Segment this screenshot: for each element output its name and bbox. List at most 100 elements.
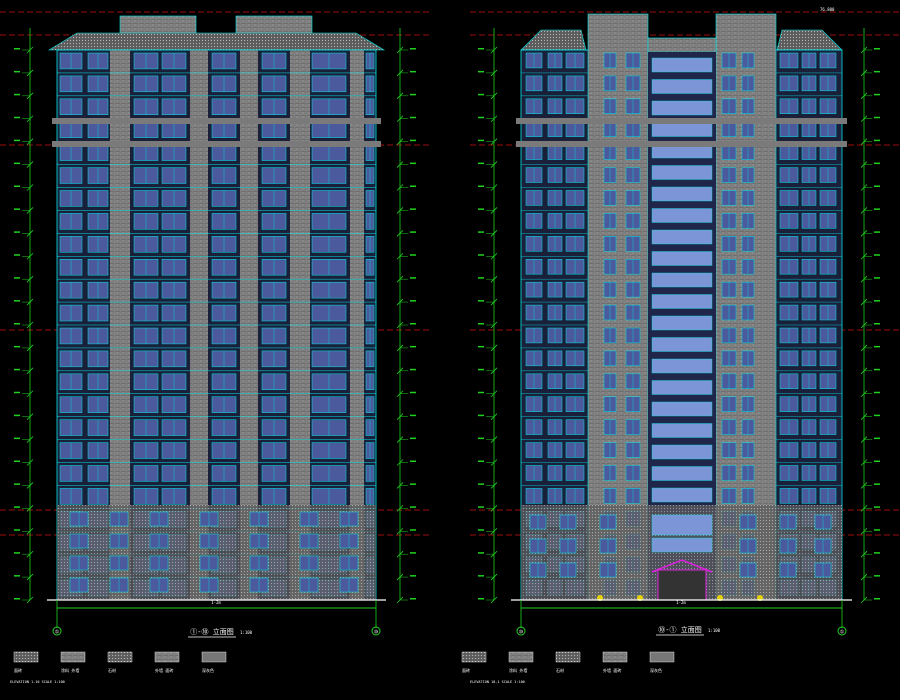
dimension-label-mark [410,93,416,96]
dimension-label-mark [410,483,416,485]
dimension-label-mark [874,231,880,233]
dimension-label-mark [14,139,20,142]
legend-swatch [201,651,227,663]
dimension-label-mark [874,460,880,462]
top-elevation-marker: 76.800 [820,7,835,12]
dimension-label-mark [14,414,20,417]
dimension-label-mark [478,391,484,394]
dimension-label-mark [14,277,20,279]
roof-eave [776,29,843,51]
dimension-chain-left [478,28,498,604]
dimension-label-mark [14,368,20,371]
dimension-label-mark [14,208,20,210]
dimension-label-mark [874,391,880,394]
dimension-label-mark [478,231,484,233]
legend-swatch [107,651,133,663]
dimension-label-mark [874,437,880,440]
dimension-chain-right [860,28,880,604]
dimension-label-mark [410,185,416,187]
dimension-chain-right [396,28,416,604]
axis-dimension: 1-2m [676,600,686,605]
dimension-label-mark [14,323,20,325]
dimension-label-mark [14,231,20,233]
dimension-label-mark [14,93,20,96]
dimension-label-mark [478,506,484,508]
curtain-wall-panel [651,79,713,94]
dimension-label-mark [410,70,416,73]
dimension-label-mark [478,552,484,554]
dimension-label-mark [14,598,20,600]
dimension-label-mark [410,139,416,142]
elevation-right: ⑩ ① 1-2m ⑩-① 立面图 1:100 76.800 面砖 涂料 外墙 石材 外… [461,7,900,684]
dimension-label-mark [874,139,880,142]
legend-swatch [461,651,487,663]
legend-swatch [508,651,534,663]
dimension-label-mark [478,414,484,417]
curtain-wall-panel [651,337,713,352]
curtain-wall-panel [651,294,713,309]
dimension-label-mark [478,529,484,531]
legend-label: 深灰色 [202,667,214,673]
curtain-wall-panel [651,514,713,536]
curtain-wall-panel [651,229,713,245]
dimension-label-mark [410,48,416,50]
legend-label: 外墙 面砖 [603,667,621,673]
dimension-label-mark [14,185,20,187]
legend-label: 面砖 [462,667,470,673]
curtain-wall-panel [651,380,713,395]
dimension-label-mark [410,345,416,348]
cad-drawing-canvas: ① ⑩ 1-2m ①-⑩ 立面图 1:100 面砖 涂料 外墙 石材 外墙 面砖 深灰色… [0,7,900,684]
dimension-label-mark [14,483,20,485]
dimension-label-mark [410,598,416,600]
dimension-label-mark [410,368,416,371]
decorative-band [516,141,847,147]
dimension-label-mark [874,70,880,73]
dimension-label-mark [14,116,20,119]
dimension-label-mark [410,162,416,165]
dimension-label-mark [410,277,416,279]
dimension-label-mark [14,162,20,165]
dimension-label-mark [410,437,416,440]
curtain-wall-panel [651,186,713,202]
curtain-wall-panel [651,315,713,331]
drawing-note: ELEVATION 10-1 SCALE 1:100 [470,680,525,684]
axis-end-label: ① [840,630,845,636]
dimension-label-mark [478,345,484,348]
dimension-label-mark [478,368,484,371]
dimension-label-mark [478,93,484,96]
curtain-wall-panel [651,272,713,288]
dimension-label-mark [410,391,416,394]
dimension-label-mark [478,483,484,485]
dimension-label-mark [410,231,416,233]
dimension-label-mark [14,529,20,531]
dimension-label-mark [410,300,416,302]
legend-label: 外墙 面砖 [155,667,173,673]
dimension-label-mark [410,208,416,210]
curtain-wall-panel [651,122,713,137]
dimension-label-mark [478,437,484,440]
dimension-label-mark [410,575,416,577]
dimension-label-mark [874,300,880,302]
dimension-label-mark [478,185,484,187]
legend-swatch [13,651,39,663]
legend-label: 深灰色 [650,667,662,673]
dimension-chain-left [14,28,34,604]
legend-swatch [555,651,581,663]
decorative-band [52,141,381,147]
dimension-label-mark [14,300,20,302]
elevation-scale: 1:100 [240,630,253,635]
dimension-label-mark [14,48,20,50]
dimension-label-mark [874,254,880,256]
curtain-wall-panel [651,165,713,180]
dimension-label-mark [874,345,880,348]
elevation-title: ①-⑩ 立面图 [190,627,233,636]
dimension-label-mark [410,414,416,417]
dimension-label-mark [874,552,880,554]
dimension-label-mark [874,48,880,50]
legend-label: 涂料 外墙 [509,667,527,673]
dimension-label-mark [14,391,20,394]
dimension-label-mark [478,254,484,256]
dimension-label-mark [410,506,416,508]
dimension-label-mark [874,368,880,371]
dimension-label-mark [874,277,880,279]
